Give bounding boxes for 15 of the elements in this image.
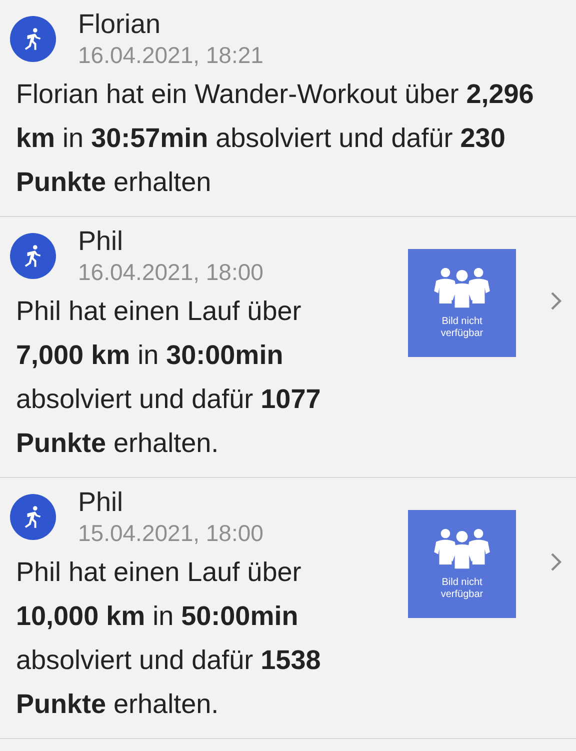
chevron-right-icon[interactable] <box>550 552 562 572</box>
timestamp: 16.04.2021, 18:21 <box>78 41 264 70</box>
user-name: Phil <box>78 225 124 257</box>
chevron-right-icon[interactable] <box>550 291 562 311</box>
timestamp: 15.04.2021, 18:00 <box>78 519 264 548</box>
activity-message: Florian hat ein Wander-Workout über 2,296 km in 30:57min absolviert und dafür 230 Punkte erhalten <box>16 78 535 199</box>
image-caption: Bild nicht verfügbar <box>440 316 484 340</box>
user-name: Phil <box>78 486 124 518</box>
activity-message: Phil hat einen Lauf über 10,000 km in 50:00min absolviert und dafür 1538 Punkte erhalten. <box>16 556 322 721</box>
user-name: Florian <box>78 8 162 40</box>
timestamp: 16.04.2021, 18:00 <box>78 258 264 287</box>
image-caption: Bild nicht verfügbar <box>440 577 484 601</box>
people-icon <box>431 527 493 569</box>
activity-message: Phil hat einen Lauf über 7,000 km in 30:00min absolviert und dafür 1077 Punkte erhalten. <box>16 295 322 460</box>
people-icon <box>431 266 493 308</box>
